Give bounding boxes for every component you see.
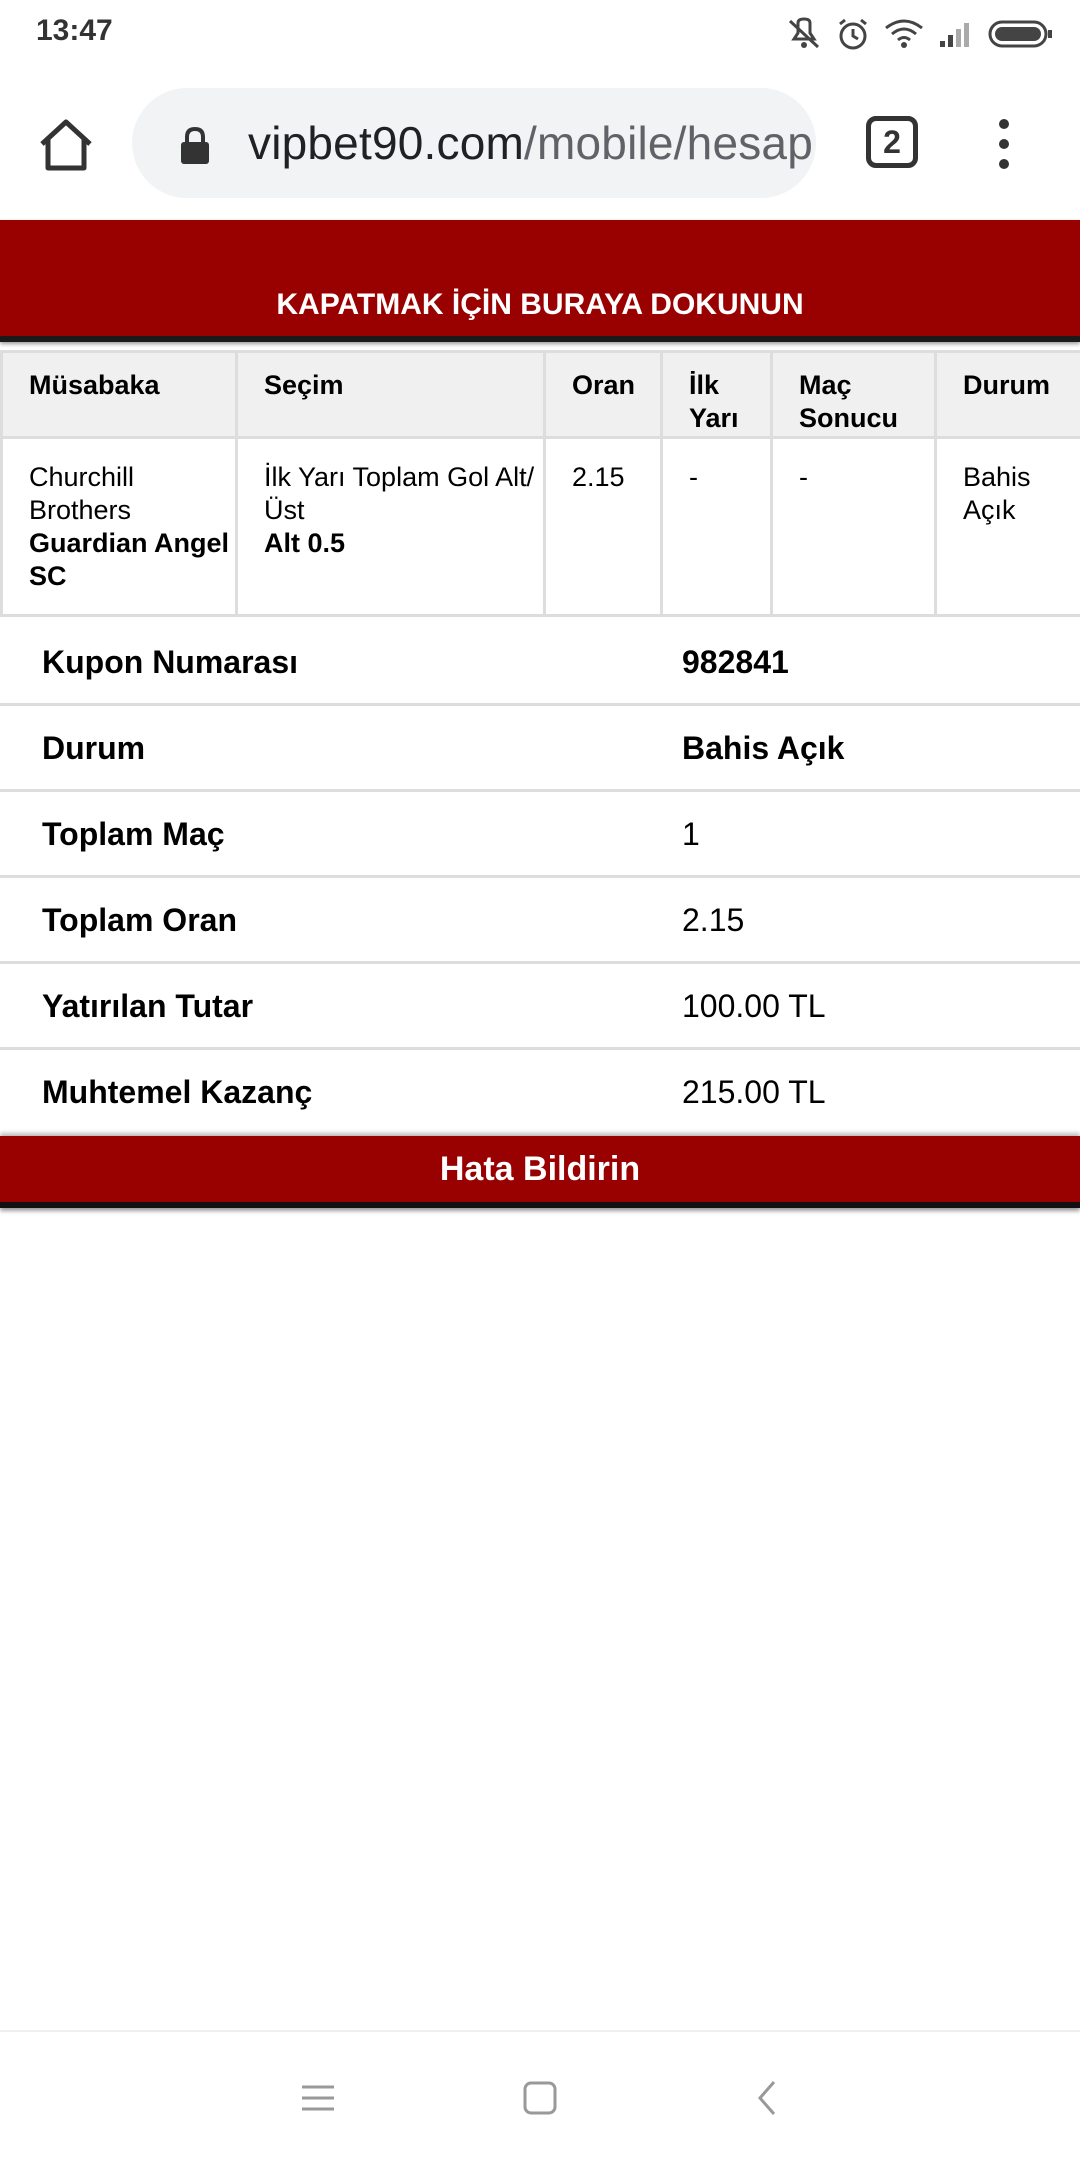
pick-name: Alt 0.5 xyxy=(264,527,543,560)
away-team: Guardian Angel SC xyxy=(29,527,235,593)
summary-row-stake: Yatırılan Tutar 100.00 TL xyxy=(0,964,1080,1050)
address-bar[interactable]: vipbet90.com/mobile/hesap. xyxy=(132,88,816,198)
close-banner[interactable]: KAPATMAK İÇİN BURAYA DOKUNUN xyxy=(0,220,1080,342)
total-odds-label: Toplam Oran xyxy=(42,902,237,939)
alarm-icon xyxy=(836,17,870,51)
home-nav-icon[interactable] xyxy=(520,2078,560,2118)
table-row: Churchill Brothers Guardian Angel SC İlk… xyxy=(2,438,1080,616)
coupon-summary: Kupon Numarası 982841 Durum Bahis Açık T… xyxy=(0,620,1080,1136)
summary-row-potential-win: Muhtemel Kazanç 215.00 TL xyxy=(0,1050,1080,1136)
stake-label: Yatırılan Tutar xyxy=(42,988,253,1025)
potential-win-value: 215.00 TL xyxy=(682,1074,826,1111)
column-header-full-time: Maç Sonucu xyxy=(772,352,936,438)
potential-win-label: Muhtemel Kazanç xyxy=(42,1074,312,1111)
summary-row-total-matches: Toplam Maç 1 xyxy=(0,792,1080,878)
odds-cell: 2.15 xyxy=(545,438,662,616)
status-bar: 13:47 xyxy=(0,0,1080,66)
mute-icon xyxy=(786,17,822,51)
tab-switcher-button[interactable]: 2 xyxy=(866,116,918,168)
home-icon[interactable] xyxy=(36,114,96,174)
match-cell: Churchill Brothers Guardian Angel SC xyxy=(2,438,237,616)
total-matches-value: 1 xyxy=(682,816,700,853)
total-odds-value: 2.15 xyxy=(682,902,744,939)
status-label: Durum xyxy=(42,730,145,767)
coupon-number-label: Kupon Numarası xyxy=(42,644,298,681)
column-header-odds: Oran xyxy=(545,352,662,438)
browser-toolbar: vipbet90.com/mobile/hesap. 2 xyxy=(0,66,1080,220)
bet-table: Müsabaka Seçim Oran İlk Yarı Maç Sonucu … xyxy=(0,350,1080,617)
wifi-icon xyxy=(884,18,924,50)
url-path: /mobile/hesap. xyxy=(524,117,816,169)
status-time: 13:47 xyxy=(36,14,113,48)
status-cell: Bahis Açık xyxy=(936,438,1080,616)
close-banner-label: KAPATMAK İÇİN BURAYA DOKUNUN xyxy=(0,288,1080,322)
column-header-selection: Seçim xyxy=(237,352,545,438)
report-error-button[interactable]: Hata Bildirin xyxy=(0,1136,1080,1208)
report-error-label: Hata Bildirin xyxy=(440,1150,640,1189)
selection-cell: İlk Yarı Toplam Gol Alt/Üst Alt 0.5 xyxy=(237,438,545,616)
status-icons xyxy=(786,14,1054,54)
first-half-cell: - xyxy=(662,438,772,616)
table-header-row: Müsabaka Seçim Oran İlk Yarı Maç Sonucu … xyxy=(2,352,1080,438)
column-header-status: Durum xyxy=(936,352,1080,438)
signal-icon xyxy=(938,19,974,49)
summary-row-coupon: Kupon Numarası 982841 xyxy=(0,620,1080,706)
lock-icon xyxy=(178,126,212,166)
coupon-number-value: 982841 xyxy=(682,644,789,681)
summary-row-total-odds: Toplam Oran 2.15 xyxy=(0,878,1080,964)
back-icon[interactable] xyxy=(748,2078,788,2118)
battery-icon xyxy=(988,19,1054,49)
system-nav-bar xyxy=(0,2030,1080,2162)
market-name: İlk Yarı Toplam Gol Alt/Üst xyxy=(264,461,543,527)
more-vert-icon[interactable] xyxy=(984,114,1024,174)
column-header-first-half: İlk Yarı xyxy=(662,352,772,438)
home-team: Churchill Brothers xyxy=(29,461,235,527)
menu-icon[interactable] xyxy=(298,2078,338,2118)
summary-row-status: Durum Bahis Açık xyxy=(0,706,1080,792)
status-value: Bahis Açık xyxy=(682,730,844,767)
url-text: vipbet90.com/mobile/hesap. xyxy=(248,116,816,170)
column-header-match: Müsabaka xyxy=(2,352,237,438)
url-host: vipbet90.com xyxy=(248,117,524,169)
stake-value: 100.00 TL xyxy=(682,988,826,1025)
total-matches-label: Toplam Maç xyxy=(42,816,225,853)
full-time-cell: - xyxy=(772,438,936,616)
